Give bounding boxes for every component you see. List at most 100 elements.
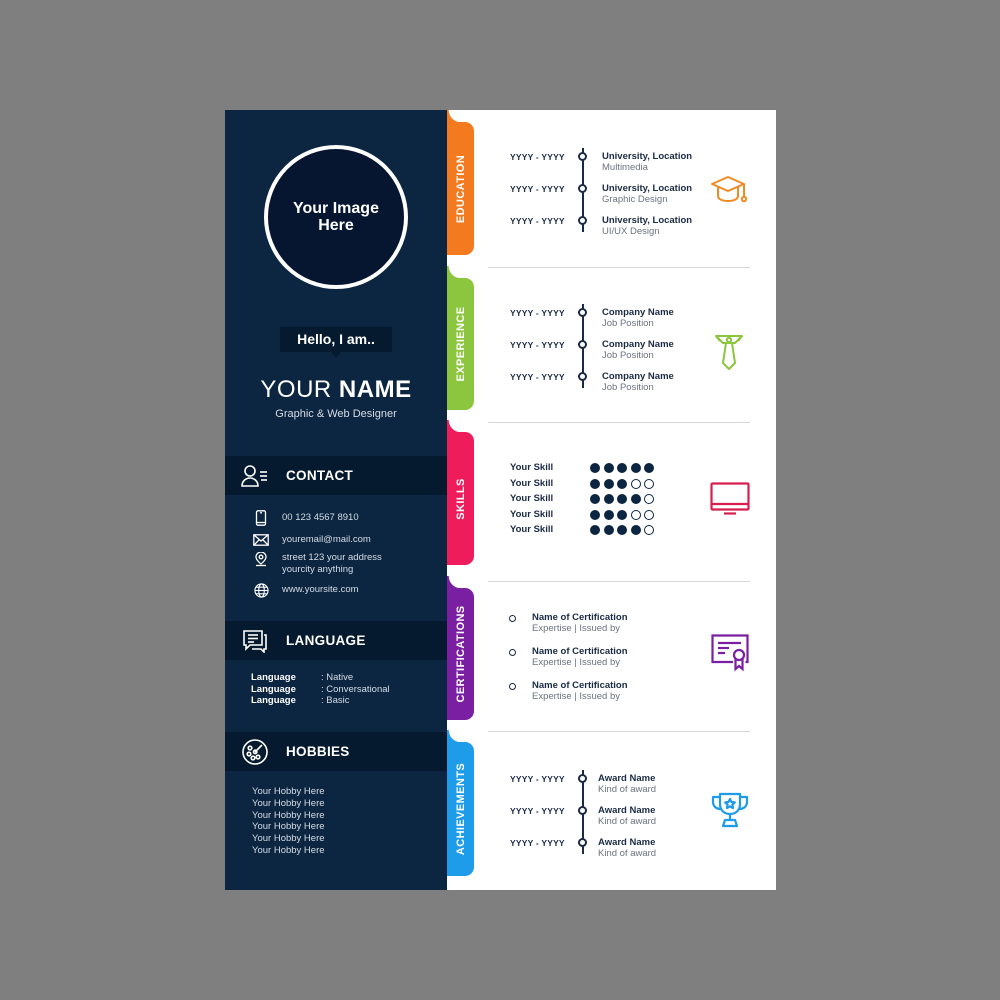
tab-certifications-label: CERTIFICATIONS bbox=[454, 605, 467, 703]
education-date: YYYY - YYYY bbox=[510, 152, 565, 162]
timeline-dot bbox=[578, 184, 587, 193]
skill-rating bbox=[590, 463, 654, 473]
skill-item: Your Skill bbox=[510, 509, 710, 524]
rating-dot-filled bbox=[590, 509, 600, 520]
full-name: YOUR NAME bbox=[225, 376, 447, 404]
skill-rating bbox=[590, 478, 654, 489]
job-position: Job Position bbox=[602, 350, 654, 361]
language-item: Language : Basic bbox=[251, 695, 390, 707]
certification-item: Name of Certification Expertise | Issued… bbox=[474, 680, 714, 708]
tab-achievements-label: ACHIEVEMENTS bbox=[454, 762, 467, 856]
award-kind: Kind of award bbox=[598, 848, 657, 859]
globe-icon bbox=[253, 582, 269, 598]
skill-rating bbox=[590, 509, 654, 520]
rating-dot-filled bbox=[617, 509, 627, 520]
bullet-icon bbox=[509, 615, 516, 622]
company-name: Company Name bbox=[602, 307, 674, 318]
education-section: YYYY - YYYY University, Location Multime… bbox=[474, 148, 776, 238]
section-divider bbox=[488, 267, 750, 268]
rating-dot-filled bbox=[617, 478, 627, 489]
language-level: : Native bbox=[321, 672, 354, 683]
contact-card-icon bbox=[241, 462, 269, 490]
rating-dot-filled bbox=[603, 478, 614, 489]
certification-name: Name of Certification bbox=[532, 612, 628, 623]
tab-experience: EXPERIENCE bbox=[447, 278, 474, 410]
profile-photo-placeholder: Your Image Here bbox=[264, 145, 408, 289]
education-date: YYYY - YYYY bbox=[510, 216, 565, 226]
rating-dot-filled bbox=[617, 463, 627, 473]
rating-dot-filled bbox=[590, 525, 600, 535]
skill-name: Your Skill bbox=[510, 508, 554, 520]
rating-dot-filled bbox=[644, 463, 654, 473]
certification-name: Name of Certification bbox=[532, 646, 628, 657]
experience-date: YYYY - YYYY bbox=[510, 372, 565, 382]
tab-achievements: ACHIEVEMENTS bbox=[447, 742, 474, 876]
skill-item: Your Skill bbox=[510, 462, 710, 477]
hobby-item: Your Hobby Here bbox=[252, 786, 325, 797]
first-name: YOUR bbox=[260, 376, 332, 403]
skill-rating bbox=[590, 525, 654, 535]
language-level: : Conversational bbox=[321, 683, 390, 695]
email-address[interactable]: youremail@mail.com bbox=[282, 532, 371, 546]
rating-dot-filled bbox=[603, 494, 614, 504]
language-item: Language: Native bbox=[251, 672, 390, 684]
hobbies-list: Your Hobby Here Your Hobby Here Your Hob… bbox=[252, 786, 325, 857]
rating-dot-filled bbox=[603, 463, 614, 473]
education-school: University, Location bbox=[602, 215, 693, 226]
award-name: Award Name bbox=[598, 805, 656, 816]
tab-skills-label: SKILLS bbox=[454, 477, 467, 520]
timeline-dot bbox=[578, 340, 587, 349]
hobby-item: Your Hobby Here bbox=[252, 821, 325, 833]
hobby-item: Your Hobby Here bbox=[252, 844, 325, 856]
address-line-1: street 123 your address bbox=[282, 552, 382, 563]
education-field: Multimedia bbox=[602, 162, 648, 173]
rating-dot-empty bbox=[630, 509, 641, 520]
education-item: YYYY - YYYY University, Location Graphic… bbox=[474, 183, 734, 213]
website-url[interactable]: www.yoursite.com bbox=[282, 582, 359, 596]
skill-item: Your Skill bbox=[510, 493, 710, 508]
language-level: : Basic bbox=[321, 695, 350, 706]
achievement-item: YYYY - YYYY Award Name Kind of award bbox=[474, 773, 734, 803]
address-line-2: yourcity anything bbox=[282, 564, 354, 575]
experience-date: YYYY - YYYY bbox=[510, 308, 565, 318]
language-name: Language bbox=[251, 695, 296, 706]
achievement-item: YYYY - YYYY Award Name Kind of award bbox=[474, 837, 734, 867]
contact-address: street 123 your address yourcity anythin… bbox=[253, 552, 443, 582]
monitor-icon bbox=[710, 482, 750, 522]
tab-experience-label: EXPERIENCE bbox=[454, 306, 467, 382]
experience-item: YYYY - YYYY Company Name Job Position bbox=[474, 339, 734, 369]
greeting-badge: Hello, I am.. bbox=[280, 327, 392, 358]
language-title: LANGUAGE bbox=[286, 633, 366, 648]
rating-dot-empty bbox=[644, 494, 654, 504]
language-name: Language bbox=[251, 683, 296, 695]
certification-item: Name of Certification Expertise | Issued… bbox=[474, 646, 714, 674]
rating-dot-empty bbox=[644, 525, 654, 535]
hobbies-header: HOBBIES bbox=[225, 732, 447, 771]
education-school: University, Location bbox=[602, 151, 693, 162]
skill-name: Your Skill bbox=[510, 524, 554, 535]
award-name: Award Name bbox=[598, 837, 656, 848]
graduation-cap-icon bbox=[710, 172, 750, 212]
email-icon bbox=[253, 532, 269, 548]
phone-number[interactable]: 00 123 4567 8910 bbox=[282, 510, 359, 524]
rating-dot-filled bbox=[630, 494, 641, 504]
job-position: Job Position bbox=[602, 318, 654, 329]
experience-item: YYYY - YYYY Company Name Job Position bbox=[474, 307, 734, 337]
location-pin-icon bbox=[253, 552, 269, 568]
timeline-dot bbox=[578, 152, 587, 161]
timeline-dot bbox=[578, 216, 587, 225]
contact-title: CONTACT bbox=[286, 468, 354, 483]
company-name: Company Name bbox=[602, 371, 674, 382]
job-position: Job Position bbox=[602, 382, 654, 393]
skill-item: Your Skill bbox=[510, 478, 710, 493]
award-kind: Kind of award bbox=[598, 784, 657, 795]
last-name: NAME bbox=[338, 376, 412, 403]
education-school: University, Location bbox=[602, 183, 693, 194]
chat-bubbles-icon bbox=[241, 627, 269, 655]
timeline-dot bbox=[578, 308, 587, 317]
education-field: UI/UX Design bbox=[602, 226, 660, 237]
contact-email: youremail@mail.com bbox=[253, 532, 443, 552]
rating-dot-filled bbox=[617, 494, 627, 504]
trophy-icon bbox=[711, 792, 751, 832]
sidebar: Your Image Here Hello, I am.. YOUR NAME … bbox=[225, 110, 447, 890]
